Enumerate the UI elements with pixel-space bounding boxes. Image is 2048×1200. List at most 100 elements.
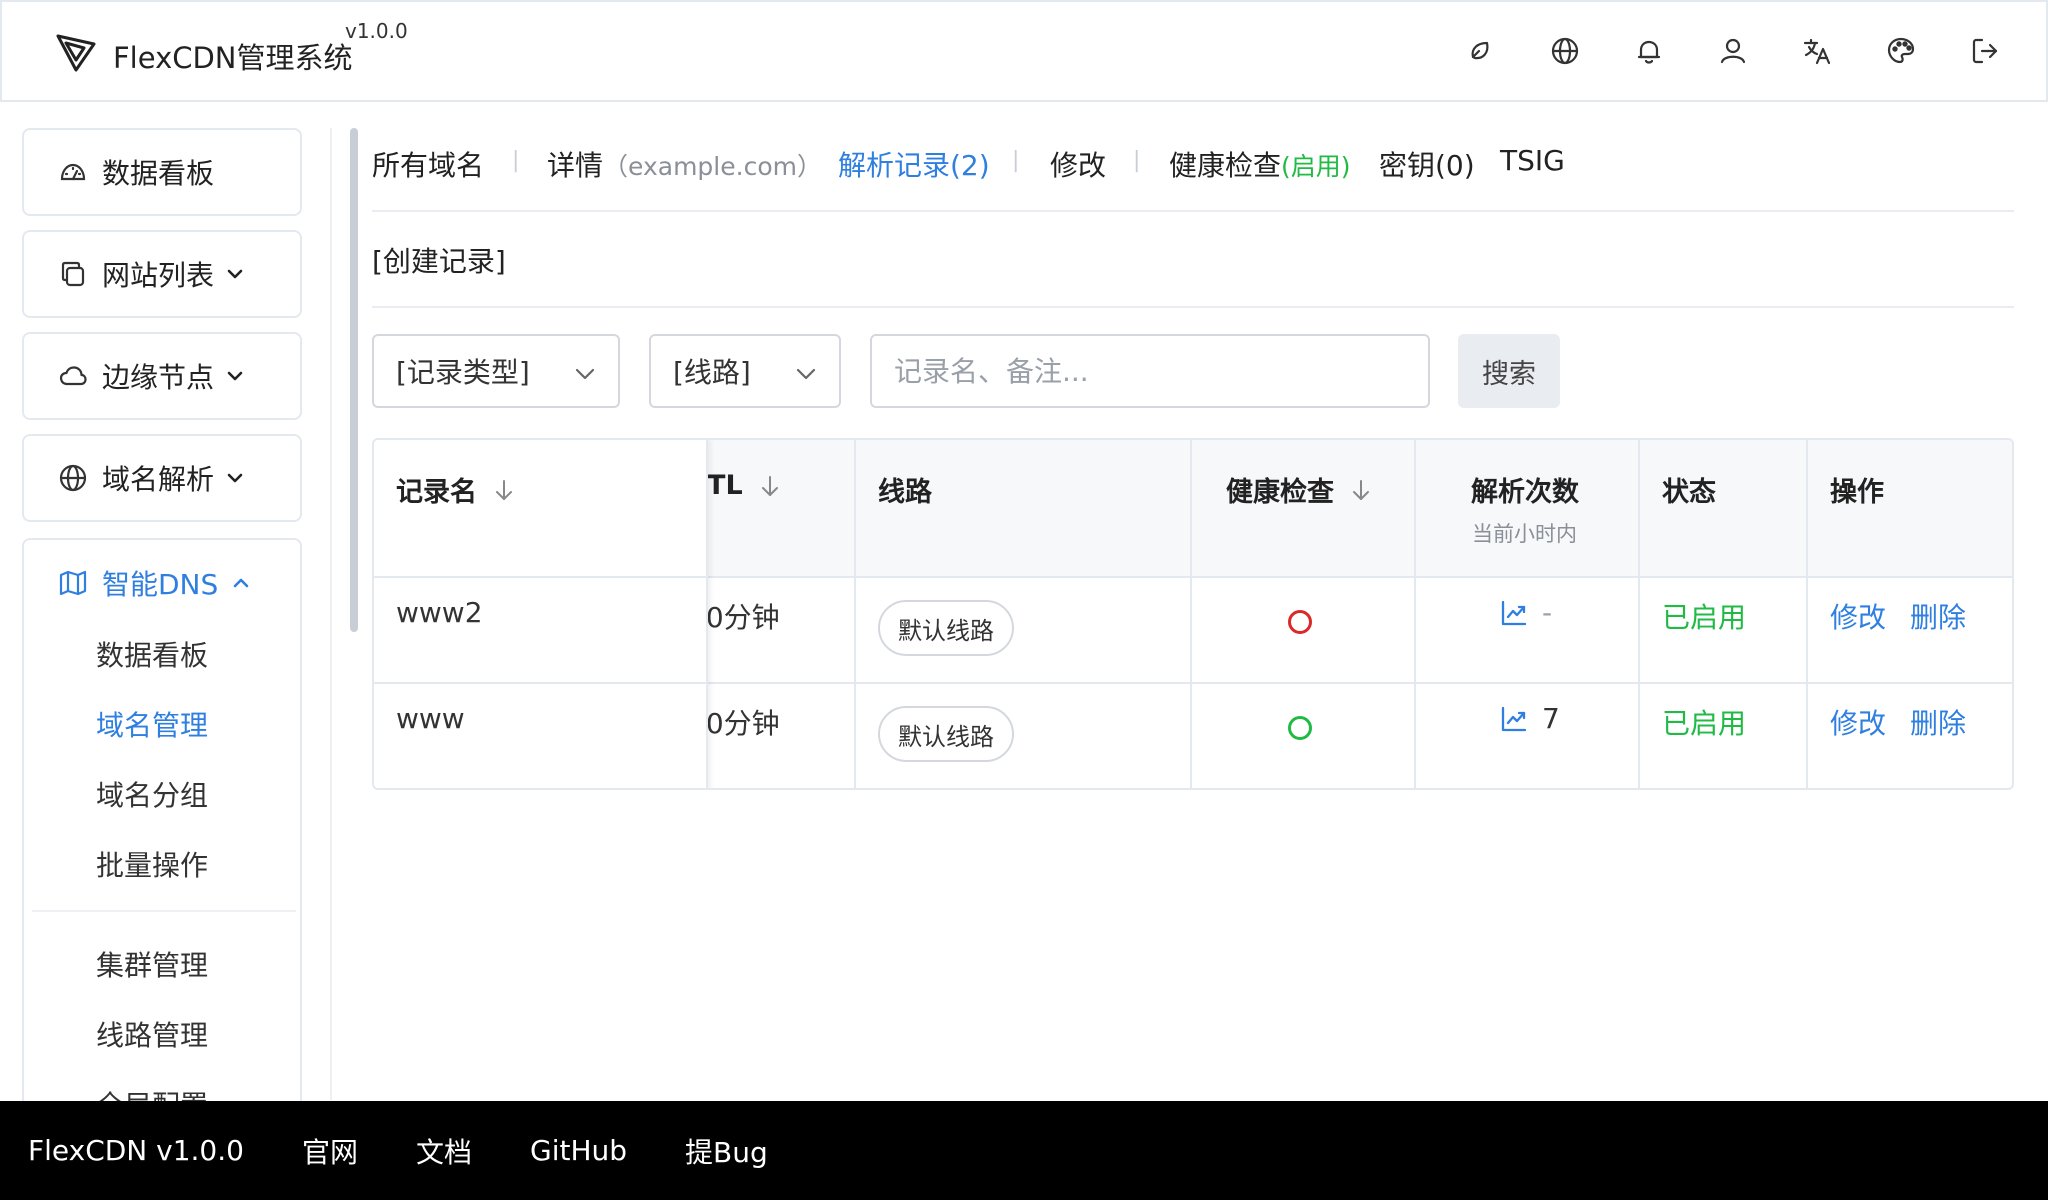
status-cell: 已启用 [1662, 707, 1747, 740]
delete-link[interactable]: 删除 [1910, 596, 1966, 636]
sidebar-item-label: 域名解析 [102, 463, 215, 496]
header-queries-sub: 当前小时内 [1472, 522, 1577, 546]
queries-cell: 7 [1500, 702, 1560, 735]
sidebar-sub-domain-management[interactable]: 域名管理 [96, 704, 208, 744]
header-health-check[interactable]: 健康检查 [1226, 470, 1374, 509]
leaf-icon[interactable] [1459, 29, 1503, 73]
queries-value: - [1542, 596, 1553, 629]
header-operations: 操作 [1830, 477, 1884, 508]
arrow-down-icon[interactable] [757, 473, 783, 499]
edit-link[interactable]: 修改 [1830, 702, 1886, 742]
col-divider [1806, 440, 1808, 788]
tab-records[interactable]: 解析记录(2) [838, 144, 990, 184]
status-cell: 已启用 [1662, 601, 1747, 634]
sidebar-item-dns-resolution[interactable]: 域名解析 [22, 434, 302, 522]
delete-link[interactable]: 删除 [1910, 702, 1966, 742]
search-input[interactable] [870, 334, 1430, 408]
sidebar-sub-cluster-management[interactable]: 集群管理 [96, 944, 208, 984]
translate-icon[interactable] [1795, 29, 1839, 73]
header-route: 线路 [878, 477, 932, 508]
sidebar-item-smart-dns[interactable]: 智能DNS [58, 540, 252, 626]
chevron-down-icon [224, 467, 246, 489]
sidebar-sub-batch-operations[interactable]: 批量操作 [96, 844, 208, 884]
tab-keys[interactable]: 密钥(0) [1379, 144, 1475, 184]
route-value: [线路] [673, 356, 751, 389]
globe-icon [58, 463, 88, 493]
sidebar-border [330, 128, 332, 1100]
globe-icon[interactable] [1543, 29, 1587, 73]
tab-health-check[interactable]: 健康检查(启用) [1169, 144, 1351, 184]
tab-health-status: (启用) [1281, 152, 1351, 181]
arrow-down-icon[interactable] [1348, 477, 1374, 503]
bell-icon[interactable] [1627, 29, 1671, 73]
operations-cell: 修改 删除 [1830, 702, 1966, 742]
logo-icon [54, 30, 98, 74]
tab-separator: | [1012, 148, 1020, 173]
footer-link-report-bug[interactable]: 提Bug [685, 1131, 768, 1171]
dashboard-icon [58, 157, 88, 187]
sidebar-sub-domain-groups[interactable]: 域名分组 [96, 774, 208, 814]
health-status-dot [1288, 610, 1312, 634]
route-badge: 默认线路 [878, 600, 1014, 656]
tabs-divider [372, 210, 2014, 212]
queries-value: 7 [1542, 702, 1560, 735]
sidebar-item-websites[interactable]: 网站列表 [22, 230, 302, 318]
col-divider [854, 440, 856, 788]
tab-detail-domain: （example.com） [603, 152, 822, 181]
palette-icon[interactable] [1879, 29, 1923, 73]
create-record-link[interactable]: [创建记录] [372, 240, 506, 280]
col-divider [1638, 440, 1640, 788]
route-badge: 默认线路 [878, 706, 1014, 762]
footer-link-website[interactable]: 官网 [302, 1131, 358, 1171]
chevron-down-icon [793, 361, 819, 387]
sidebar-sub-dashboard[interactable]: 数据看板 [96, 634, 208, 674]
chevron-up-icon [230, 572, 252, 594]
header-record-name-label: 记录名 [396, 477, 477, 508]
footer-link-docs[interactable]: 文档 [416, 1131, 472, 1171]
chevron-down-icon [572, 361, 598, 387]
top-header: FlexCDN管理系统 v1.0.0 [0, 0, 2048, 102]
app-version: v1.0.0 [345, 19, 408, 43]
sidebar-item-label: 边缘节点 [102, 361, 215, 394]
record-type-select[interactable]: [记录类型] [372, 334, 620, 408]
header-record-name[interactable]: 记录名 [396, 470, 517, 509]
record-name-cell: www2 [396, 596, 483, 629]
chart-icon[interactable] [1500, 599, 1528, 627]
sidebar-item-label: 数据看板 [102, 157, 215, 190]
logout-icon[interactable] [1963, 29, 2007, 73]
operations-cell: 修改 删除 [1830, 596, 1966, 636]
sidebar-sub-route-management[interactable]: 线路管理 [96, 1014, 208, 1054]
section-divider [372, 306, 2014, 308]
tab-all-domains[interactable]: 所有域名 [372, 144, 484, 184]
header-queries: 解析次数 [1471, 477, 1579, 508]
route-select[interactable]: [线路] [649, 334, 841, 408]
arrow-down-icon[interactable] [491, 477, 517, 503]
sticky-name-column: 记录名 www2 www [374, 440, 708, 788]
record-name-cell: www [396, 702, 465, 735]
app-title: FlexCDN管理系统 [113, 41, 353, 75]
map-icon [58, 568, 88, 598]
sidebar-scrollbar[interactable] [350, 128, 358, 632]
tab-detail[interactable]: 详情（example.com） [547, 144, 822, 184]
chevron-down-icon [224, 365, 246, 387]
tab-tsig[interactable]: TSIG [1500, 144, 1565, 177]
sidebar-item-dashboard[interactable]: 数据看板 [22, 128, 302, 216]
copy-icon [58, 259, 88, 289]
header-status: 状态 [1662, 477, 1716, 508]
chart-icon[interactable] [1500, 705, 1528, 733]
sidebar-item-label: 智能DNS [102, 568, 219, 601]
chevron-down-icon [224, 263, 246, 285]
header-health-label: 健康检查 [1226, 477, 1334, 508]
sidebar-divider [32, 910, 296, 912]
footer-version: FlexCDN v1.0.0 [28, 1134, 244, 1167]
cloud-icon [58, 361, 88, 391]
search-button[interactable]: 搜索 [1458, 334, 1560, 408]
health-status-dot [1288, 716, 1312, 740]
tab-modify[interactable]: 修改 [1050, 144, 1106, 184]
edit-link[interactable]: 修改 [1830, 596, 1886, 636]
col-divider [1190, 440, 1192, 788]
sidebar-item-edge-nodes[interactable]: 边缘节点 [22, 332, 302, 420]
user-icon[interactable] [1711, 29, 1755, 73]
footer-link-github[interactable]: GitHub [530, 1134, 627, 1167]
record-type-value: [记录类型] [396, 356, 530, 389]
